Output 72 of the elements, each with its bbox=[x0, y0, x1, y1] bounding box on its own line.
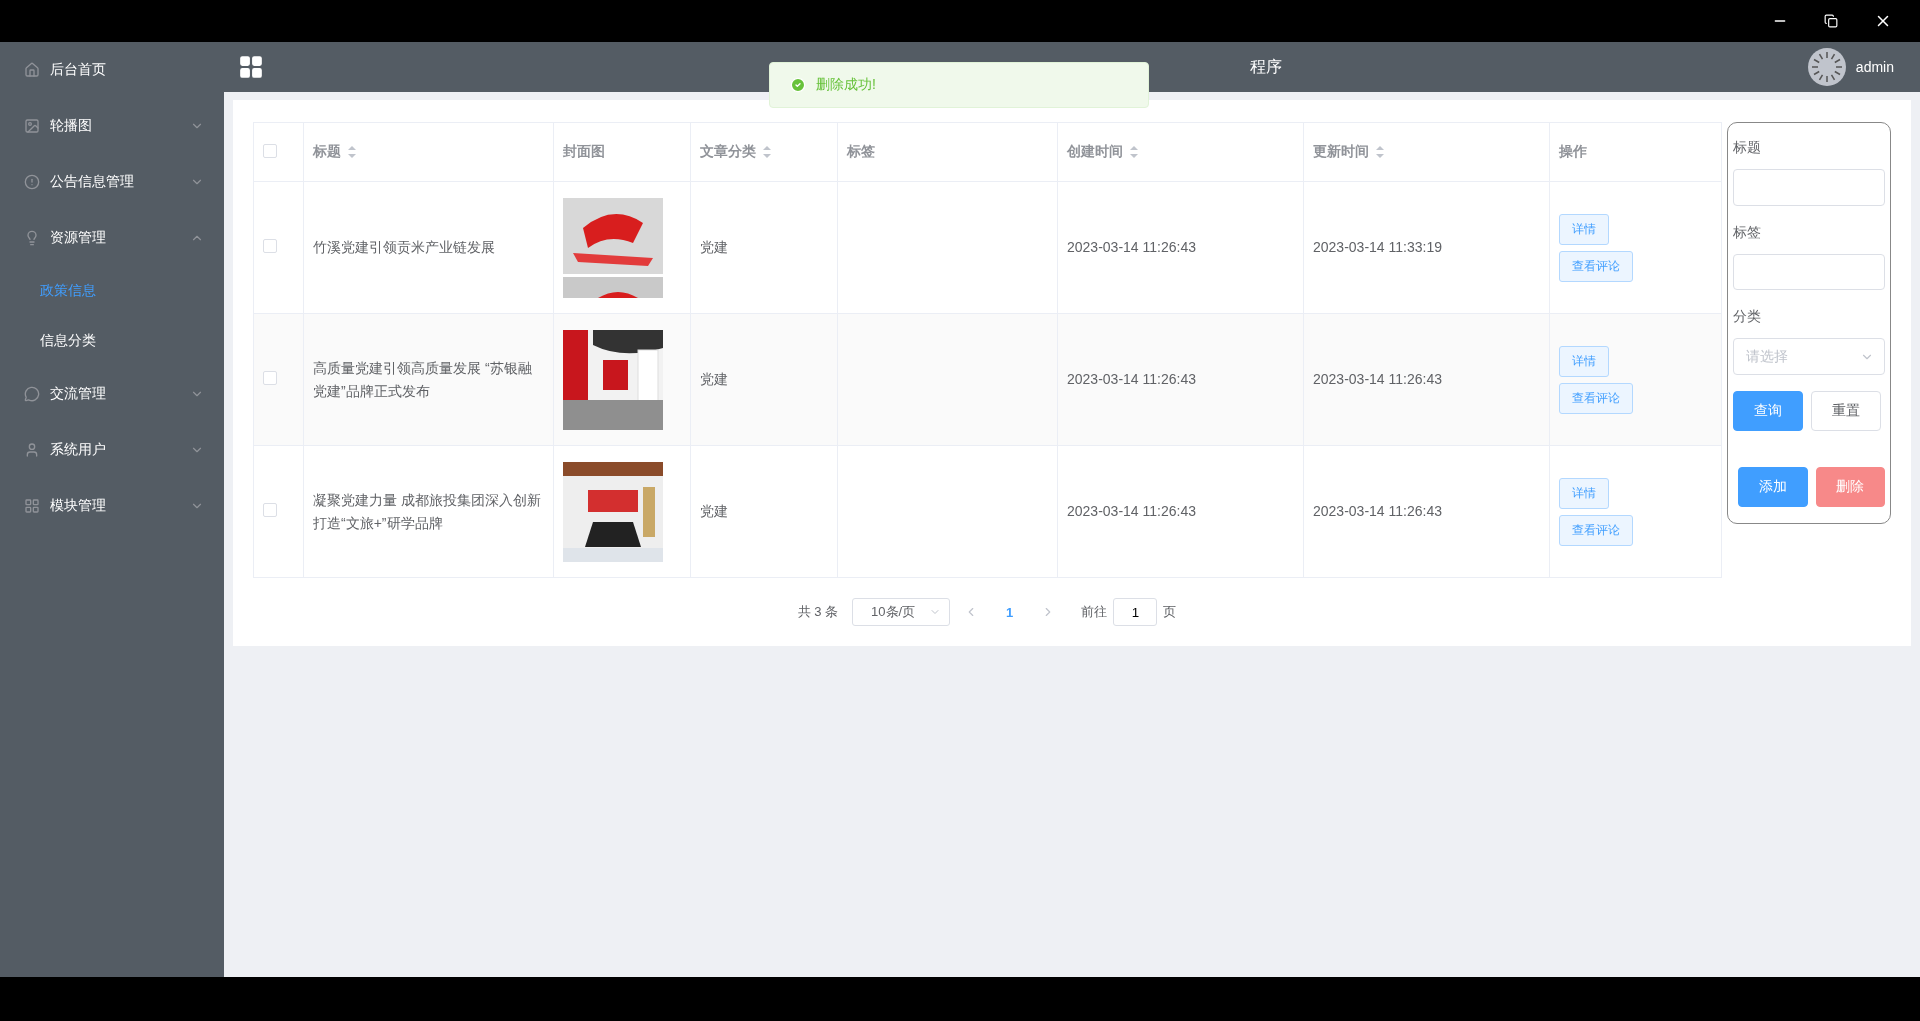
grid-icon[interactable] bbox=[238, 54, 264, 80]
tag-input[interactable] bbox=[1733, 253, 1885, 291]
column-header[interactable]: 标题 bbox=[303, 122, 554, 182]
table-cell: 2023-03-14 11:26:43 bbox=[1067, 503, 1196, 519]
table-cell: 党建 bbox=[700, 503, 728, 519]
table-cell: 党建 bbox=[700, 371, 728, 387]
restore-icon[interactable] bbox=[1824, 14, 1838, 28]
checkbox[interactable] bbox=[263, 239, 277, 253]
field-label: 标签 bbox=[1733, 223, 1762, 242]
checkbox[interactable] bbox=[263, 143, 277, 158]
comments-button[interactable]: 查看评论 bbox=[1559, 250, 1633, 282]
column-header: 操作 bbox=[1549, 122, 1722, 182]
column-header[interactable]: 更新时间 bbox=[1303, 122, 1550, 182]
table-cell: 凝聚党建力量 成都旅投集团深入创新打造“文旅+”研学品牌 bbox=[313, 491, 541, 531]
checkbox[interactable] bbox=[263, 371, 277, 385]
table-cell: 2023-03-14 11:33:19 bbox=[1313, 239, 1442, 255]
details-button[interactable]: 详情 bbox=[1559, 477, 1609, 509]
comments-button[interactable]: 查看评论 bbox=[1559, 382, 1633, 414]
sort-icon[interactable] bbox=[762, 145, 772, 160]
sort-icon[interactable] bbox=[1375, 145, 1385, 160]
page-suffix: 页 bbox=[1163, 603, 1177, 621]
menu-item[interactable]: 后台首页 bbox=[0, 42, 224, 98]
page-input[interactable]: 1 bbox=[1113, 598, 1158, 626]
details-button[interactable]: 详情 bbox=[1559, 213, 1609, 245]
lightbulb-icon bbox=[24, 230, 40, 246]
submenu-item[interactable]: 政策信息 bbox=[0, 266, 224, 316]
username[interactable]: admin bbox=[1855, 59, 1894, 75]
table-cell: 2023-03-14 11:26:43 bbox=[1313, 503, 1442, 519]
sort-icon[interactable] bbox=[1129, 145, 1139, 160]
grid-icon bbox=[24, 498, 40, 514]
column-header[interactable]: 创建时间 bbox=[1057, 122, 1304, 182]
menu-item[interactable]: 系统用户 bbox=[0, 422, 224, 478]
image-icon bbox=[24, 118, 40, 134]
sort-icon[interactable] bbox=[347, 145, 357, 160]
menu-item[interactable]: 模块管理 bbox=[0, 478, 224, 534]
table-cell: 2023-03-14 11:26:43 bbox=[1067, 239, 1196, 255]
delete-button[interactable]: 删除 bbox=[1815, 467, 1885, 507]
header-title: 程序 bbox=[1248, 56, 1282, 77]
menu-item[interactable]: 公告信息管理 bbox=[0, 154, 224, 210]
toast-message: 删除成功! bbox=[816, 76, 876, 94]
goto-label: 前往 bbox=[1081, 603, 1108, 621]
user-icon bbox=[24, 442, 40, 458]
avatar-icon[interactable] bbox=[1807, 48, 1846, 86]
alert-icon bbox=[24, 174, 40, 190]
comments-button[interactable]: 查看评论 bbox=[1559, 514, 1633, 546]
checkbox[interactable] bbox=[263, 503, 277, 517]
add-button[interactable]: 添加 bbox=[1738, 467, 1808, 507]
table-cell: 党建 bbox=[700, 239, 728, 255]
success-icon bbox=[790, 77, 806, 93]
table-cell: 2023-03-14 11:26:43 bbox=[1313, 371, 1442, 387]
table-cell: 高质量党建引领高质量发展 “苏银融党建”品牌正式发布 bbox=[313, 359, 532, 399]
field-label: 分类 bbox=[1733, 308, 1762, 327]
column-header[interactable]: 文章分类 bbox=[690, 122, 838, 182]
reset-button[interactable]: 重置 bbox=[1811, 391, 1881, 431]
category-select[interactable]: 请选择 bbox=[1733, 338, 1885, 375]
column-header: 标签 bbox=[837, 122, 1058, 182]
chat-icon bbox=[24, 386, 40, 402]
field-label: 标题 bbox=[1733, 139, 1762, 157]
submenu-item[interactable]: 信息分类 bbox=[0, 316, 224, 366]
total-count: 共 3 条 bbox=[797, 603, 839, 621]
menu-item[interactable]: 资源管理 bbox=[0, 210, 224, 266]
page-size-select[interactable]: 10条/页 bbox=[852, 598, 951, 626]
menu-item[interactable]: 交流管理 bbox=[0, 366, 224, 422]
menu-item[interactable]: 轮播图 bbox=[0, 98, 224, 154]
table-cell: 2023-03-14 11:26:43 bbox=[1067, 371, 1196, 387]
column-header: 封面图 bbox=[553, 122, 691, 182]
details-button[interactable]: 详情 bbox=[1559, 345, 1609, 377]
title-input[interactable] bbox=[1733, 169, 1885, 206]
search-button[interactable]: 查询 bbox=[1733, 391, 1803, 431]
page-number[interactable]: 1 bbox=[992, 604, 1028, 620]
home-icon bbox=[24, 62, 40, 78]
table-cell: 竹溪党建引领贡米产业链发展 bbox=[313, 239, 495, 255]
